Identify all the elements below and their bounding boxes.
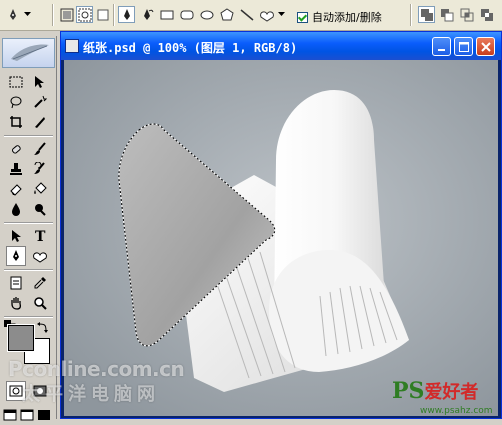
document-icon xyxy=(65,39,79,53)
watermark-ps: PS xyxy=(392,378,425,404)
rectangle-icon[interactable] xyxy=(158,6,175,23)
paths-icon[interactable] xyxy=(76,6,93,23)
eraser-tool-icon[interactable] xyxy=(6,179,26,199)
maximize-button[interactable] xyxy=(454,37,473,56)
screen-mode-full-icon[interactable] xyxy=(36,405,52,425)
paint-bucket-icon[interactable] xyxy=(30,179,50,199)
shape-layers-icon[interactable] xyxy=(58,6,75,23)
pen-tool-preset-icon[interactable] xyxy=(4,6,21,23)
hand-tool-icon[interactable] xyxy=(6,293,26,313)
brush-tool-icon[interactable] xyxy=(30,139,50,159)
swap-colors-icon[interactable] xyxy=(36,320,50,334)
subtract-from-path-icon[interactable] xyxy=(438,6,455,23)
auto-add-delete-checkbox[interactable]: 自动添加/删除 xyxy=(297,9,382,25)
add-to-path-icon[interactable] xyxy=(418,6,435,23)
watermark-url: www.psahz.com xyxy=(420,406,493,416)
chevron-down-icon[interactable] xyxy=(276,6,286,23)
close-button[interactable] xyxy=(476,37,495,56)
exclude-overlap-icon[interactable] xyxy=(478,6,495,23)
magic-wand-icon[interactable] xyxy=(30,92,50,112)
pen-tool-icon[interactable] xyxy=(118,6,135,23)
custom-shape-tool-icon[interactable] xyxy=(30,246,50,266)
maximize-icon xyxy=(458,41,469,52)
blur-tool-icon[interactable] xyxy=(6,199,26,219)
close-icon xyxy=(480,41,491,52)
auto-add-delete-label: 自动添加/删除 xyxy=(312,11,382,24)
document-title: 纸张.psd @ 100% (图层 1, RGB/8) xyxy=(83,41,298,55)
chevron-down-icon[interactable] xyxy=(22,6,32,23)
intersect-path-icon[interactable] xyxy=(458,6,475,23)
healing-brush-icon[interactable] xyxy=(6,139,26,159)
path-selection-icon[interactable] xyxy=(6,226,26,246)
foreground-color-swatch[interactable] xyxy=(7,324,35,352)
rounded-rectangle-icon[interactable] xyxy=(178,6,195,23)
fill-pixels-icon[interactable] xyxy=(94,6,111,23)
watermark-pconline-cn: 太平洋电脑网 xyxy=(22,384,160,405)
lasso-tool-icon[interactable] xyxy=(6,92,26,112)
type-tool-icon[interactable]: T xyxy=(30,226,50,246)
notes-tool-icon[interactable] xyxy=(6,273,26,293)
document-titlebar[interactable]: 纸张.psd @ 100% (图层 1, RGB/8) xyxy=(61,32,501,60)
line-icon[interactable] xyxy=(238,6,255,23)
history-brush-icon[interactable] xyxy=(30,159,50,179)
ellipse-icon[interactable] xyxy=(198,6,215,23)
zoom-tool-icon[interactable] xyxy=(30,293,50,313)
checkbox-checked-icon[interactable] xyxy=(297,11,308,23)
screen-mode-standard-icon[interactable] xyxy=(2,405,18,425)
watermark-psahz-logo: PS爱好者 xyxy=(392,378,478,404)
custom-shape-icon[interactable] xyxy=(258,6,275,23)
svg-text:T: T xyxy=(35,229,46,243)
polygon-icon[interactable] xyxy=(218,6,235,23)
options-bar: 自动添加/删除 xyxy=(0,0,502,31)
watermark-pconline: Pconline.com.cn xyxy=(8,357,185,381)
eyedropper-icon[interactable] xyxy=(30,273,50,293)
crop-tool-icon[interactable] xyxy=(6,112,26,132)
dodge-tool-icon[interactable] xyxy=(30,199,50,219)
move-tool-icon[interactable] xyxy=(30,72,50,92)
pen-tool-icon[interactable] xyxy=(6,246,26,266)
watermark-aihaozhe: 爱好者 xyxy=(424,382,479,403)
minimize-button[interactable] xyxy=(432,37,451,56)
marquee-tool-icon[interactable] xyxy=(6,72,26,92)
freeform-pen-icon[interactable] xyxy=(138,6,155,23)
clone-stamp-icon[interactable] xyxy=(6,159,26,179)
slice-tool-icon[interactable] xyxy=(30,112,50,132)
minimize-icon xyxy=(437,48,445,51)
screen-mode-menubar-icon[interactable] xyxy=(19,405,35,425)
photoshop-feather-icon[interactable] xyxy=(2,38,55,68)
